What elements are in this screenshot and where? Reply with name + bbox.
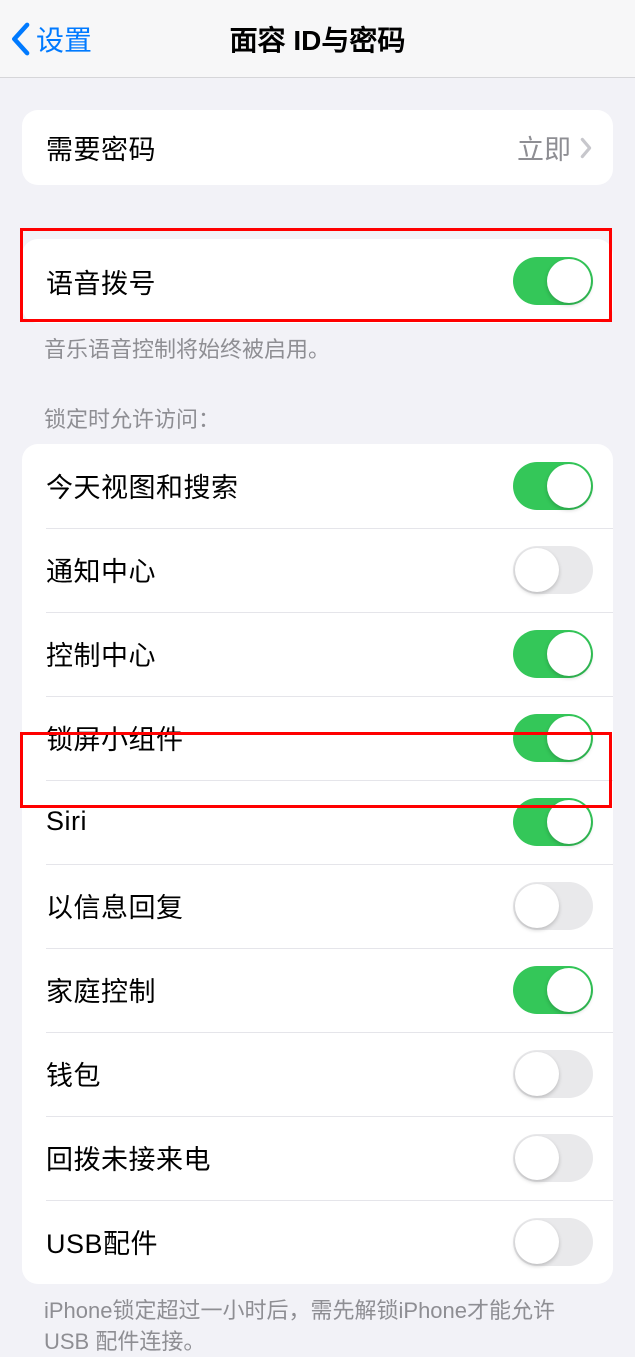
- lock-access-row: Siri: [22, 780, 613, 864]
- lock-access-row: 今天视图和搜索: [22, 444, 613, 528]
- passcode-group: 需要密码 立即: [22, 110, 613, 185]
- chevron-left-icon: [10, 22, 30, 56]
- voice-dial-toggle[interactable]: [513, 257, 593, 305]
- require-passcode-label: 需要密码: [46, 128, 156, 167]
- require-passcode-value: 立即: [517, 128, 571, 167]
- lock-access-footer: iPhone锁定超过一小时后，需先解锁iPhone才能允许 USB 配件连接。: [0, 1284, 635, 1357]
- lock-access-label: 通知中心: [46, 550, 156, 589]
- back-label: 设置: [36, 19, 92, 59]
- lock-access-group: 今天视图和搜索通知中心控制中心锁屏小组件 Siri 以信息回复家庭控制钱包回拨未接来…: [22, 444, 613, 1284]
- navigation-bar: 设置 面容 ID与密码: [0, 0, 635, 78]
- lock-access-row: 家庭控制: [22, 948, 613, 1032]
- lock-access-label: 控制中心: [46, 634, 156, 673]
- lock-access-toggle[interactable]: [513, 966, 593, 1014]
- lock-access-label: 锁屏小组件: [46, 718, 184, 757]
- lock-access-row: 通知中心: [22, 528, 613, 612]
- lock-access-toggle[interactable]: [513, 630, 593, 678]
- lock-access-row: USB配件: [22, 1200, 613, 1284]
- lock-access-toggle[interactable]: [513, 1218, 593, 1266]
- lock-access-toggle[interactable]: [513, 798, 593, 846]
- voice-dial-footer: 音乐语音控制将始终被启用。: [0, 323, 635, 366]
- chevron-right-icon: [579, 137, 593, 159]
- lock-access-toggle[interactable]: [513, 546, 593, 594]
- lock-access-label: 以信息回复: [46, 886, 184, 925]
- lock-access-row: 以信息回复: [22, 864, 613, 948]
- lock-access-label: USB配件: [46, 1222, 158, 1261]
- lock-access-label: 回拨未接来电: [46, 1138, 211, 1177]
- page-title: 面容 ID与密码: [0, 19, 635, 59]
- require-passcode-row[interactable]: 需要密码 立即: [22, 110, 613, 185]
- lock-access-row: 控制中心: [22, 612, 613, 696]
- lock-access-toggle[interactable]: [513, 462, 593, 510]
- lock-access-row: 钱包: [22, 1032, 613, 1116]
- lock-access-toggle[interactable]: [513, 1134, 593, 1182]
- lock-access-row: 锁屏小组件: [22, 696, 613, 780]
- voice-dial-row: 语音拨号: [22, 239, 613, 323]
- lock-access-toggle[interactable]: [513, 882, 593, 930]
- lock-access-row: 回拨未接来电: [22, 1116, 613, 1200]
- lock-access-label: 钱包: [46, 1054, 101, 1093]
- lock-access-label: 家庭控制: [46, 970, 156, 1009]
- back-button[interactable]: 设置: [0, 19, 92, 59]
- lock-access-label: 今天视图和搜索: [46, 466, 239, 505]
- lock-access-label: Siri: [46, 806, 87, 837]
- lock-access-header: 锁定时允许访问：: [0, 402, 635, 444]
- lock-access-toggle[interactable]: [513, 1050, 593, 1098]
- lock-access-toggle[interactable]: [513, 714, 593, 762]
- voice-dial-label: 语音拨号: [46, 262, 156, 301]
- voice-dial-group: 语音拨号: [22, 239, 613, 323]
